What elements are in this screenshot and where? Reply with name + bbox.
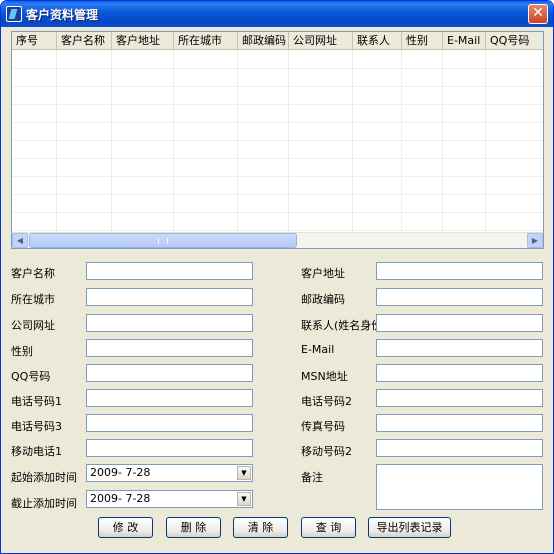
customer-address-label: 客户地址	[301, 267, 345, 280]
table-column-line	[56, 50, 57, 233]
delete-button[interactable]: 删 除	[166, 517, 221, 538]
qq-input[interactable]	[86, 364, 253, 382]
table-row-line	[12, 212, 543, 213]
table-row-line	[12, 140, 543, 141]
gender-input[interactable]	[86, 339, 253, 357]
table-column-line	[352, 50, 353, 233]
customer-table[interactable]: 序号 客户名称 客户地址 所在城市 邮政编码 公司网址 联系人 性别 E-Mai…	[11, 31, 544, 249]
postal-code-input[interactable]	[376, 288, 543, 306]
scroll-right-arrow-icon[interactable]: ▶	[527, 233, 543, 248]
start-date-picker[interactable]: 2009- 7-28 ▼	[86, 464, 253, 482]
table-row-line	[12, 104, 543, 105]
phone2-label: 电话号码2	[301, 395, 352, 408]
gender-label: 性别	[11, 345, 33, 358]
table-row-line	[12, 122, 543, 123]
email-label: E-Mail	[301, 343, 335, 356]
end-date-picker[interactable]: 2009- 7-28 ▼	[86, 490, 253, 508]
close-button[interactable]: ✕	[528, 4, 548, 24]
table-row-line	[12, 230, 543, 231]
table-column-line	[237, 50, 238, 233]
mobile2-input[interactable]	[376, 439, 543, 457]
notes-textarea[interactable]	[376, 464, 543, 510]
column-header[interactable]: 性别	[402, 32, 443, 50]
horizontal-scrollbar[interactable]: ◀ ▶	[12, 232, 543, 248]
table-row-line	[12, 86, 543, 87]
customer-name-input[interactable]	[86, 262, 253, 280]
fax-input[interactable]	[376, 414, 543, 432]
mobile1-input[interactable]	[86, 439, 253, 457]
phone1-input[interactable]	[86, 389, 253, 407]
table-row-line	[12, 158, 543, 159]
table-row-line	[12, 68, 543, 69]
chevron-down-icon[interactable]: ▼	[237, 466, 251, 480]
column-header[interactable]: E-Mail	[443, 32, 486, 50]
column-header[interactable]: 公司网址	[289, 32, 353, 50]
table-row-line	[12, 194, 543, 195]
phone3-input[interactable]	[86, 414, 253, 432]
table-body[interactable]	[12, 50, 543, 233]
scroll-thumb[interactable]	[29, 233, 297, 248]
fax-label: 传真号码	[301, 420, 345, 433]
column-header[interactable]: 所在城市	[174, 32, 238, 50]
table-column-line	[173, 50, 174, 233]
customer-name-label: 客户名称	[11, 267, 55, 280]
column-header[interactable]: 邮政编码	[238, 32, 289, 50]
table-header: 序号 客户名称 客户地址 所在城市 邮政编码 公司网址 联系人 性别 E-Mai…	[12, 32, 543, 50]
end-date-value: 2009- 7-28	[90, 492, 151, 505]
column-header[interactable]: 序号	[12, 32, 57, 50]
table-column-line	[485, 50, 486, 233]
msn-input[interactable]	[376, 364, 543, 382]
postal-code-label: 邮政编码	[301, 293, 345, 306]
column-header[interactable]: QQ号码	[486, 32, 543, 50]
contact-input[interactable]	[376, 314, 543, 332]
phone3-label: 电话号码3	[11, 420, 62, 433]
website-input[interactable]	[86, 314, 253, 332]
export-list-button[interactable]: 导出列表记录	[368, 517, 451, 538]
table-column-line	[111, 50, 112, 233]
table-column-line	[442, 50, 443, 233]
app-icon	[6, 6, 22, 22]
chevron-down-icon[interactable]: ▼	[237, 492, 251, 506]
scroll-left-arrow-icon[interactable]: ◀	[12, 233, 28, 248]
table-column-line	[288, 50, 289, 233]
msn-label: MSN地址	[301, 370, 348, 383]
end-date-label: 截止添加时间	[11, 497, 77, 510]
query-button[interactable]: 查 询	[301, 517, 356, 538]
window-title: 客户资料管理	[26, 8, 99, 22]
mobile2-label: 移动号码2	[301, 445, 352, 458]
table-column-line	[401, 50, 402, 233]
start-date-label: 起始添加时间	[11, 471, 77, 484]
qq-label: QQ号码	[11, 370, 51, 383]
column-header[interactable]: 联系人	[353, 32, 402, 50]
column-header[interactable]: 客户名称	[57, 32, 112, 50]
website-label: 公司网址	[11, 319, 55, 332]
city-input[interactable]	[86, 288, 253, 306]
table-row-line	[12, 176, 543, 177]
email-input[interactable]	[376, 339, 543, 357]
edit-button[interactable]: 修 改	[98, 517, 153, 538]
title-bar[interactable]: 客户资料管理 ✕	[1, 1, 553, 27]
start-date-value: 2009- 7-28	[90, 466, 151, 479]
customer-address-input[interactable]	[376, 262, 543, 280]
clear-button[interactable]: 清 除	[233, 517, 288, 538]
phone2-input[interactable]	[376, 389, 543, 407]
city-label: 所在城市	[11, 293, 55, 306]
phone1-label: 电话号码1	[11, 395, 62, 408]
contact-label: 联系人(姓名身份	[301, 319, 377, 332]
customer-management-window: 客户资料管理 ✕ 序号 客户名称 客户地址 所在城市 邮政编码 公司网址 联系人…	[0, 0, 554, 554]
mobile1-label: 移动电话1	[11, 445, 62, 458]
notes-label: 备注	[301, 471, 323, 484]
column-header[interactable]: 客户地址	[112, 32, 174, 50]
